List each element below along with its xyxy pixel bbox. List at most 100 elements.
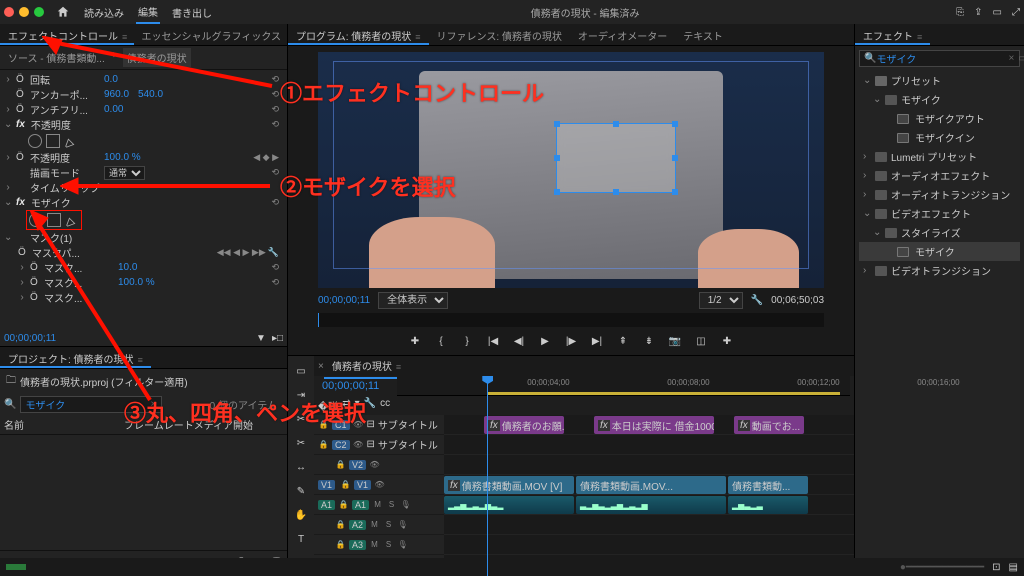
lift-icon[interactable]: ⇞	[615, 333, 631, 349]
program-out-timecode: 00;06;50;03	[771, 295, 824, 306]
mark-out-icon[interactable]: }	[459, 333, 475, 349]
effect-icon	[897, 247, 909, 257]
wrench-icon[interactable]: ▸□	[272, 333, 283, 344]
time-ruler[interactable]: 00;00;04;00 00;00;08;00 00;00;12;00 00;0…	[397, 376, 850, 396]
clip-c1-3[interactable]: fx動画でお...	[734, 416, 804, 434]
transport-controls: ✚ { } |◀ ◀| ▶ |▶ ▶| ⇞ ⇟ 📷 ◫ ✚	[288, 327, 854, 355]
tab-effects[interactable]: エフェクト≡	[855, 24, 930, 45]
export-frame-icon[interactable]: 📷	[667, 333, 683, 349]
workspace-write[interactable]: 書き出し	[170, 2, 214, 23]
go-in-icon[interactable]: |◀	[485, 333, 501, 349]
settings-wrench-icon[interactable]: 🔧	[751, 295, 763, 306]
clear-search-icon[interactable]: ×	[1008, 53, 1014, 64]
annotation-2: ②モザイクを選択	[280, 170, 456, 202]
effects-search-input[interactable]	[876, 53, 1008, 64]
filter-icon[interactable]: ▭	[1018, 53, 1024, 64]
home-icon[interactable]	[54, 2, 72, 22]
fullscreen-icon[interactable]: ⤢	[1012, 7, 1020, 18]
status-indicator	[6, 564, 26, 570]
caption-icon[interactable]: cc	[380, 398, 390, 413]
zoom-fit-select[interactable]: 全体表示	[378, 292, 448, 309]
folder-icon	[875, 266, 887, 276]
folder-icon	[875, 190, 887, 200]
prop-opacity[interactable]: 不透明度	[30, 150, 100, 165]
wrench-icon[interactable]: 🔧	[268, 247, 279, 258]
add-marker-icon[interactable]: ✚	[407, 333, 423, 349]
clip-a1-1[interactable]: ▂▃▅▂▃▂▅▃▂	[444, 496, 574, 514]
razor-tool[interactable]: ✂	[292, 434, 310, 452]
topbar-right-icons: ⎘ ⇪ ▭ ⤢	[956, 7, 1020, 18]
pen-mask-button[interactable]	[64, 134, 78, 148]
folder-icon	[875, 209, 887, 219]
ellipse-mask-button[interactable]	[28, 134, 42, 148]
workspace-tabs[interactable]: 読み込み 編集 書き出し	[54, 1, 214, 24]
quick-export-icon[interactable]: ⎘	[956, 7, 964, 18]
annotation-3: ③丸、四角、ペンを選択	[124, 396, 366, 428]
timeline-content[interactable]: fx債務者のお願... fx本日は実際に 借金1000... fx動画でお...…	[444, 415, 854, 576]
filter-icon[interactable]: ▼	[256, 333, 266, 344]
search-icon: 🔍	[4, 399, 16, 410]
bin-icon[interactable]: 🗀	[6, 373, 16, 390]
share-icon[interactable]: ⇪	[974, 7, 982, 18]
subtitle-icon: ⊟	[367, 419, 375, 430]
step-fwd-icon[interactable]: |▶	[563, 333, 579, 349]
clip-v1-2[interactable]: 債務書類動画.MOV...	[576, 476, 726, 494]
program-in-timecode[interactable]: 00;00;00;11	[318, 295, 370, 306]
folder-icon	[885, 95, 897, 105]
button-editor-icon[interactable]: ✚	[719, 333, 735, 349]
folder-icon	[875, 76, 887, 86]
mark-in-icon[interactable]: {	[433, 333, 449, 349]
program-scrubber[interactable]	[318, 313, 824, 327]
clip-v1-3[interactable]: 債務書類動...	[728, 476, 808, 494]
rect-mask-button[interactable]	[46, 134, 60, 148]
track-headers: 🔒C1👁⊟サブタイトル 🔒C2👁⊟サブタイトル 🔒V2👁 V1🔒V1👁 A1🔒A…	[314, 415, 444, 576]
status-icon[interactable]: ▤	[1009, 562, 1018, 573]
preset-icon	[897, 133, 909, 143]
folder-icon	[885, 228, 897, 238]
selection-tool[interactable]: ▭	[292, 362, 310, 380]
effects-tree: ⌄プリセット ⌄モザイク モザイクアウト モザイクイン ›Lumetri プリセ…	[859, 71, 1020, 280]
pen-tool[interactable]: ✎	[292, 482, 310, 500]
clip-v1-1[interactable]: fx債務書類動画.MOV [V]	[444, 476, 574, 494]
effect-opacity[interactable]: 不透明度	[31, 117, 101, 132]
tab-program[interactable]: プログラム: 債務者の現状≡	[288, 24, 429, 45]
play-icon[interactable]: ▶	[537, 333, 553, 349]
timeline-timecode[interactable]: 00;00;00;11	[318, 378, 383, 394]
clip-a1-3[interactable]: ▂▅▃▂▃	[728, 496, 808, 514]
workspace-edit[interactable]: 編集	[136, 1, 160, 24]
folder-icon	[875, 152, 887, 162]
effects-panel: エフェクト≡ 🔍 × ▭ ⌄プリセット ⌄モザイク モザイクアウト モザイクイン…	[854, 24, 1024, 576]
zoom-slider[interactable]: ●━━━━━━━━━━━━━	[900, 562, 984, 573]
slip-tool[interactable]: ↔	[292, 458, 310, 476]
resolution-select[interactable]: 1/2	[699, 292, 743, 309]
mosaic-mask-overlay[interactable]	[556, 123, 676, 193]
workspaces-icon[interactable]: ▭	[993, 7, 1002, 18]
clip-c1-2[interactable]: fx本日は実際に 借金1000...	[594, 416, 714, 434]
prop-antiflicker[interactable]: アンチフリ...	[30, 102, 100, 117]
effect-mosaic-item[interactable]: モザイク	[859, 242, 1020, 261]
type-tool[interactable]: T	[292, 530, 310, 548]
col-name[interactable]: 名前	[4, 417, 124, 432]
clip-a1-2[interactable]: ▃▂▅▃▂▃▅▂▃▂▅	[576, 496, 726, 514]
folder-icon	[875, 171, 887, 181]
step-back-icon[interactable]: ◀|	[511, 333, 527, 349]
tool-palette: ▭ ⇥ ✂ ✂ ↔ ✎ ✋ T	[288, 356, 314, 576]
workspace-learn[interactable]: 読み込み	[82, 2, 126, 23]
window-controls[interactable]	[4, 7, 44, 17]
extract-icon[interactable]: ⇟	[641, 333, 657, 349]
tab-text[interactable]: テキスト	[675, 24, 731, 45]
status-icon[interactable]: ⊡	[992, 562, 1000, 573]
go-out-icon[interactable]: ▶|	[589, 333, 605, 349]
compare-icon[interactable]: ◫	[693, 333, 709, 349]
document-title: 債務者の現状 - 編集済み	[214, 5, 956, 20]
effect-mosaic[interactable]: モザイク	[31, 195, 101, 210]
search-icon: 🔍	[864, 53, 876, 64]
playhead[interactable]	[487, 376, 488, 576]
sequence-tab[interactable]: 債務者の現状≡	[324, 354, 409, 379]
tab-audio-meter[interactable]: オーディオメーター	[570, 24, 675, 45]
tab-reference[interactable]: リファレンス: 債務者の現状	[429, 24, 570, 45]
clip-c1-1[interactable]: fx債務者のお願...	[484, 416, 564, 434]
timeline-panel: ▭ ⇥ ✂ ✂ ↔ ✎ ✋ T × 債務者の現状≡ 00;00;00;11 00…	[288, 355, 854, 576]
title-bar: 読み込み 編集 書き出し 債務者の現状 - 編集済み ⎘ ⇪ ▭ ⤢	[0, 0, 1024, 24]
hand-tool[interactable]: ✋	[292, 506, 310, 524]
